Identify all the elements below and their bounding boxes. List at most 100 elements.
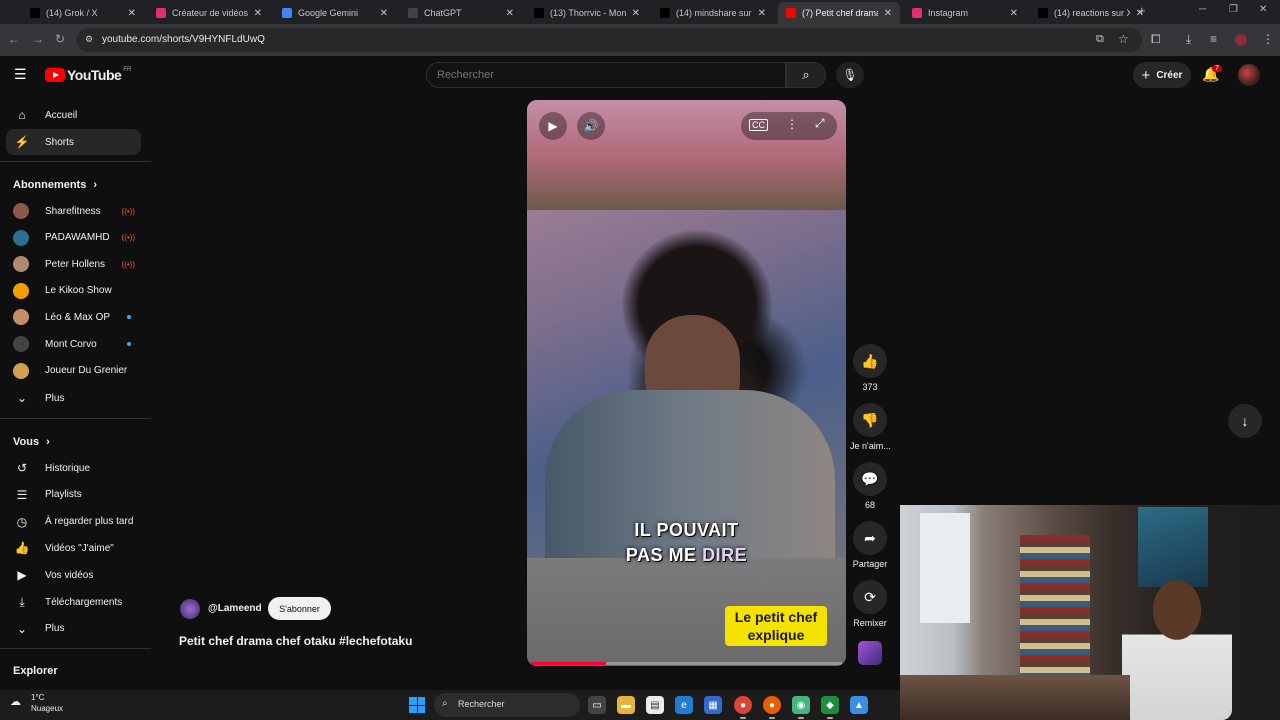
sidebar-subscription[interactable]: Peter Hollens ((•)) (6, 251, 141, 277)
browser-tab[interactable]: Instagram ✕ (904, 2, 1026, 24)
sticker-line-1: Le petit chef (734, 609, 818, 625)
downloads-icon[interactable]: ⤓ (1186, 32, 1191, 47)
caption-line-2: PAS ME DIRE (527, 543, 846, 568)
subscriptions-heading[interactable]: Abonnements › (13, 179, 97, 191)
video-progress-bar[interactable] (531, 662, 842, 665)
sidebar-item-you[interactable]: ↺ Historique (6, 455, 141, 481)
close-window-icon[interactable]: ✕ (1259, 4, 1267, 15)
edge-icon[interactable]: e (675, 696, 693, 714)
channel-avatar[interactable] (180, 599, 200, 619)
share-button[interactable]: ➦ (853, 521, 887, 555)
back-icon[interactable]: ← (8, 32, 20, 46)
tab-close-icon[interactable]: ✕ (128, 8, 136, 19)
voice-search-button[interactable]: 🎙 (836, 62, 864, 88)
sidebar-subscription[interactable]: Léo & Max OP (6, 304, 141, 330)
maximize-icon[interactable]: ❐ (1229, 4, 1238, 15)
profile-icon[interactable] (1235, 34, 1247, 46)
remix-button[interactable]: ⟳ (853, 580, 887, 614)
short-title[interactable]: Petit chef drama chef otaku #lechefotaku (179, 634, 412, 648)
sidebar-subscription[interactable]: Le Kikoo Show (6, 278, 141, 304)
tab-close-icon[interactable]: ✕ (758, 8, 766, 19)
sidebar-subscription[interactable]: Sharefitness ((•)) (6, 198, 141, 224)
browser-tab[interactable]: ChatGPT ✕ (400, 2, 522, 24)
chrome-icon[interactable]: ● (734, 696, 752, 719)
channel-name[interactable]: @Lameend (208, 603, 262, 614)
file-explorer-icon[interactable]: ▬ (617, 696, 635, 714)
sidebar-subscription[interactable]: Joueur Du Grenier (6, 358, 141, 384)
weather-temperature[interactable]: 1°C (31, 693, 44, 702)
weather-description[interactable]: Nuageux (31, 704, 63, 713)
store-icon[interactable]: ▦ (704, 696, 722, 714)
sidebar-item-accueil[interactable]: ⌂ Accueil (6, 102, 141, 128)
sidebar-item-you[interactable]: 👍 Vidéos "J'aime" (6, 535, 141, 561)
sidebar-subscription[interactable]: PADAWAMHD ((•)) (6, 225, 141, 251)
new-tab-icon[interactable]: + (1138, 3, 1146, 18)
more-options-icon[interactable]: ⋮ (786, 117, 798, 131)
dislike-button[interactable]: 👎 (853, 403, 887, 437)
url-text[interactable]: youtube.com/shorts/V9HYNFLdUwQ (102, 34, 265, 45)
forward-icon[interactable]: → (32, 32, 44, 46)
browser-tab[interactable]: (14) Grok / X ✕ (22, 2, 144, 24)
sidebar-item-you[interactable]: ▶ Vos vidéos (6, 562, 141, 588)
reload-icon[interactable]: ↻ (55, 32, 65, 46)
video-caption: IL POUVAIT PAS ME DIRE (527, 518, 846, 568)
short-video-player[interactable]: ▶ 🔊 CC ⋮ ⤢ IL POUVAIT PAS ME DIRE Le pet… (527, 100, 846, 666)
search-button[interactable]: ⌕ (786, 62, 826, 88)
install-app-icon[interactable]: ⧉ (1096, 33, 1104, 46)
browser-tab[interactable]: (14) reactions sur X ✕ (1030, 2, 1152, 24)
webcam-overlay (900, 505, 1280, 720)
sound-thumbnail[interactable] (858, 641, 882, 665)
bookmark-star-icon[interactable]: ☆ (1118, 32, 1129, 46)
browser-tab[interactable]: (13) Thorrvic - Monte ✕ (526, 2, 648, 24)
tab-close-icon[interactable]: ✕ (506, 8, 514, 19)
browser-tab[interactable]: Google Gemini ✕ (274, 2, 396, 24)
tab-close-icon[interactable]: ✕ (884, 8, 892, 19)
next-short-button[interactable]: ↓ (1228, 404, 1262, 438)
media-controls-icon[interactable]: ≡ (1210, 32, 1217, 46)
notepad-icon[interactable]: ▤ (646, 696, 664, 714)
explore-heading[interactable]: Explorer (13, 665, 58, 677)
photos-icon[interactable]: ▲ (850, 696, 868, 714)
tab-close-icon[interactable]: ✕ (632, 8, 640, 19)
create-button[interactable]: + Créer (1133, 62, 1191, 88)
you-heading[interactable]: Vous › (13, 436, 50, 448)
browser-tab[interactable]: (14) mindshare sur X ✕ (652, 2, 774, 24)
start-menu-icon[interactable] (409, 697, 425, 713)
like-button[interactable]: 👍 (853, 344, 887, 378)
subscribe-button[interactable]: S'abonner (268, 597, 331, 620)
tab-close-icon[interactable]: ✕ (1010, 8, 1018, 19)
comments-button[interactable]: 💬 (853, 462, 887, 496)
task-view-icon[interactable]: ▭ (588, 696, 606, 714)
hamburger-menu-icon[interactable]: ☰ (14, 66, 27, 83)
fullscreen-icon[interactable]: ⤢ (815, 116, 825, 131)
play-button[interactable]: ▶ (539, 112, 567, 140)
browser-menu-icon[interactable]: ⋮ (1262, 32, 1274, 46)
sidebar-item-you[interactable]: ⌄ Plus (6, 616, 141, 642)
sidebar-item-you[interactable]: ◷ À regarder plus tard (6, 509, 141, 535)
account-avatar[interactable] (1238, 64, 1260, 86)
search-input[interactable] (437, 69, 767, 81)
tab-close-icon[interactable]: ✕ (254, 8, 262, 19)
you-heading-text: Vous (13, 436, 40, 448)
youtube-logo[interactable]: YouTube FR (45, 67, 131, 83)
tab-close-icon[interactable]: ✕ (380, 8, 388, 19)
browser-tab[interactable]: (7) Petit chef drama c ✕ (778, 2, 900, 24)
extensions-icon[interactable]: ⧠ (1151, 32, 1161, 47)
weather-cloud-icon[interactable]: ☁ (10, 695, 21, 708)
captions-icon[interactable]: CC (749, 119, 768, 131)
sidebar-subscription[interactable]: Mont Corvo (6, 331, 141, 357)
site-info-icon[interactable]: ⚙ (85, 34, 93, 45)
sidebar-item-shorts[interactable]: ⚡ Shorts (6, 129, 141, 155)
sidebar-item-you[interactable]: ⤓ Téléchargements (6, 589, 141, 615)
app-icon[interactable]: ◆ (821, 696, 839, 719)
volume-button[interactable]: 🔊 (577, 112, 605, 140)
sidebar-item-you[interactable]: ☰ Playlists (6, 482, 141, 508)
minimize-icon[interactable]: ─ (1199, 4, 1206, 15)
discord-icon[interactable]: ◉ (792, 696, 810, 719)
omnibox[interactable]: ⚙ youtube.com/shorts/V9HYNFLdUwQ ⧉ ☆ (76, 28, 1142, 52)
taskbar-search[interactable]: ⌕ Rechercher (434, 693, 580, 717)
sidebar-item-more-subscriptions[interactable]: ⌄ Plus (6, 385, 141, 411)
browser-tab[interactable]: Créateur de vidéos et ✕ (148, 2, 270, 24)
search-box[interactable] (426, 62, 786, 88)
firefox-icon[interactable]: ● (763, 696, 781, 719)
